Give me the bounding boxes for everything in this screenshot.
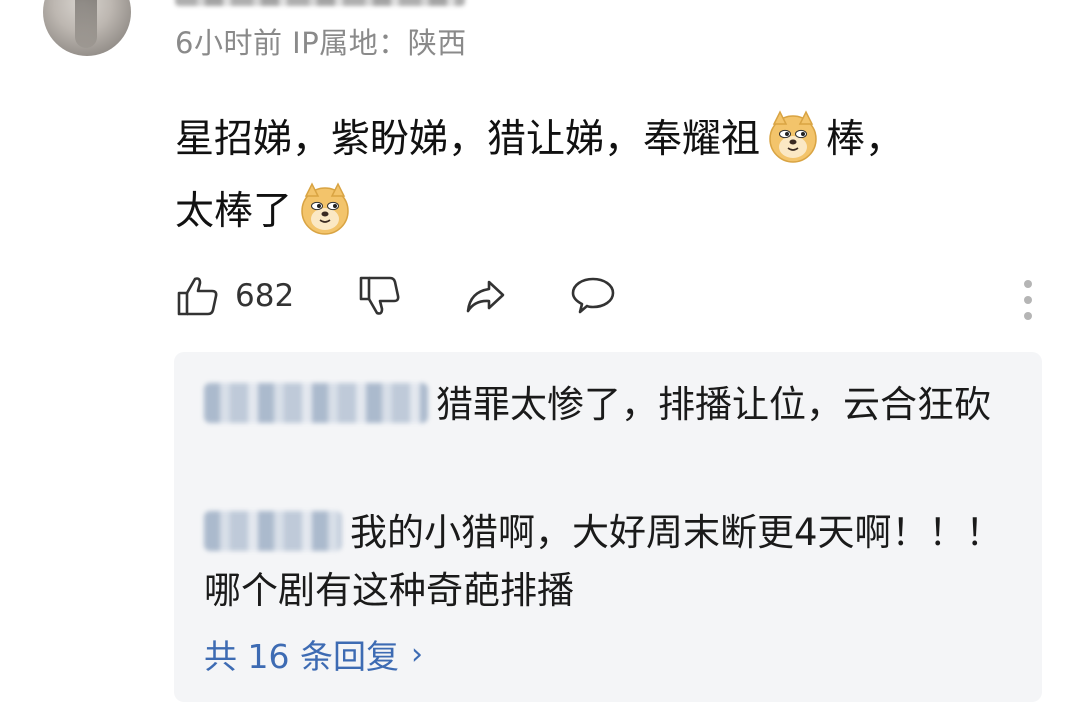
reply-text: 猎罪太惨了，排播让位，云合狂砍 bbox=[436, 383, 991, 426]
reply-username-blurred[interactable] bbox=[204, 382, 428, 423]
comment-text-part1: 星招娣，紫盼娣，猎让娣，奉耀祖 bbox=[175, 117, 761, 162]
like-count: 682 bbox=[235, 278, 295, 314]
reply-button[interactable] bbox=[571, 274, 615, 318]
doge-icon bbox=[766, 110, 820, 164]
reply-item[interactable]: 猎罪太惨了，排播让位，云合狂砍 bbox=[204, 376, 1014, 434]
username-blurred[interactable] bbox=[175, 0, 465, 6]
reply-username-blurred[interactable] bbox=[204, 510, 342, 551]
dislike-button[interactable] bbox=[357, 274, 401, 318]
comment-text: 星招娣，紫盼娣，猎让娣，奉耀祖 棒， 太棒了 bbox=[175, 104, 1035, 248]
thumbs-up-icon bbox=[177, 277, 218, 316]
share-button[interactable] bbox=[463, 274, 507, 318]
comment-meta: 6小时前 IP属地：陕西 bbox=[175, 26, 467, 60]
share-icon bbox=[466, 280, 505, 313]
avatar[interactable] bbox=[43, 0, 131, 56]
more-options-icon[interactable] bbox=[1021, 278, 1035, 322]
comment-text-part3: 太棒了 bbox=[175, 189, 293, 234]
doge-icon bbox=[298, 182, 352, 236]
chevron-right-icon: › bbox=[410, 636, 423, 672]
view-more-replies-link[interactable]: 共 16 条回复 › bbox=[204, 630, 423, 678]
thumbs-down-icon bbox=[359, 276, 400, 315]
replies-panel: 猎罪太惨了，排播让位，云合狂砍 我的小猎啊，大好周末断更4天啊！！！哪个剧有这种… bbox=[174, 352, 1042, 702]
comment-bubble-icon bbox=[571, 277, 615, 314]
reply-item[interactable]: 我的小猎啊，大好周末断更4天啊！！！哪个剧有这种奇葩排播 bbox=[204, 504, 1014, 620]
comment-actions: 682 bbox=[175, 274, 1035, 326]
view-more-replies-label: 共 16 条回复 bbox=[204, 637, 399, 676]
like-button[interactable]: 682 bbox=[175, 274, 294, 318]
comment-text-part2: 棒， bbox=[826, 117, 905, 162]
